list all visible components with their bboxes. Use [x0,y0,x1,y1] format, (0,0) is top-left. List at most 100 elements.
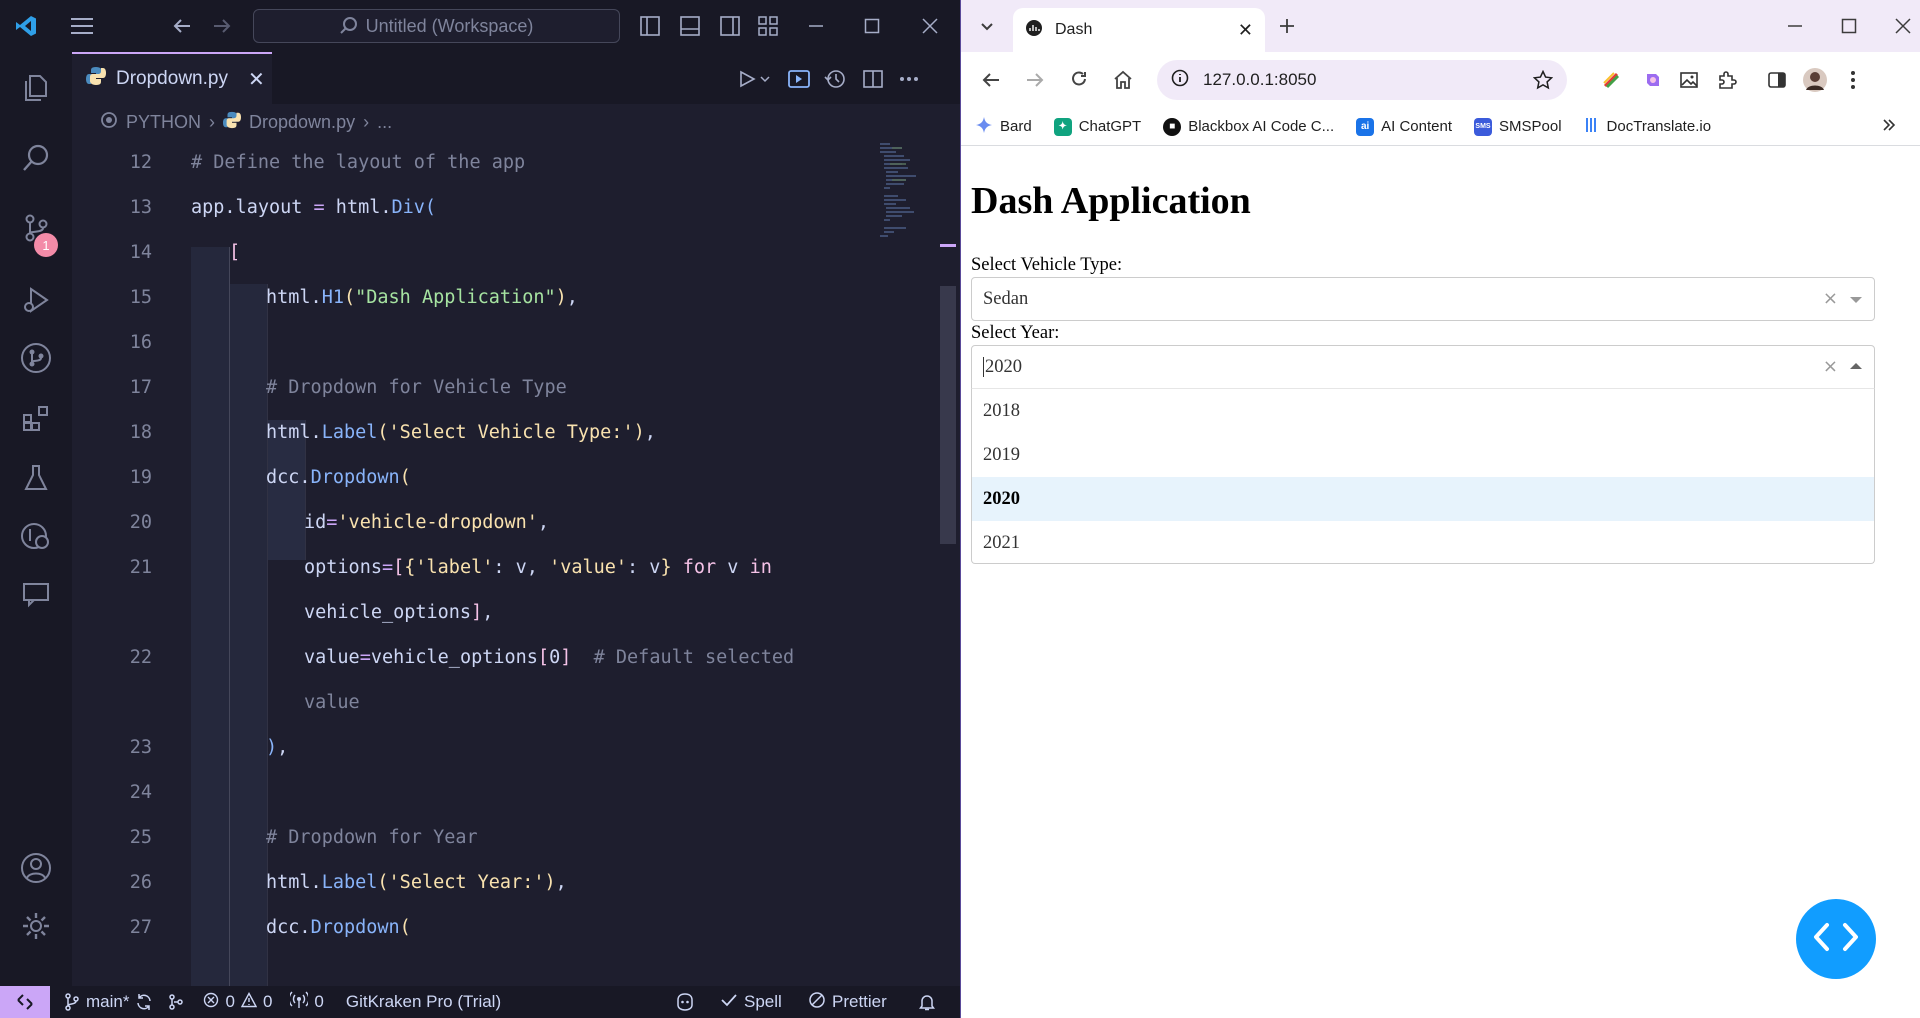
tab-close-icon[interactable]: ✕ [248,67,265,92]
clear-selection-icon[interactable]: × [1823,356,1838,377]
toggle-primary-sidebar-icon[interactable] [634,10,666,42]
maximize-icon[interactable] [856,10,888,42]
browser-tab-close-icon[interactable]: ✕ [1238,20,1253,41]
address-bar[interactable]: 127.0.0.1:8050 [1157,60,1567,100]
extensions-puzzle-icon[interactable] [1711,64,1743,96]
branch-indicator[interactable]: main* [64,992,153,1012]
remote-explorer-icon[interactable] [14,514,58,558]
browser-minimize-icon[interactable] [1779,10,1811,42]
run-dropdown-chevron-down-icon[interactable] [756,64,774,94]
year-option[interactable]: 2021 [972,521,1874,565]
code-line[interactable]: 25 # Dropdown for Year [72,815,872,860]
run-and-debug-icon[interactable] [14,278,58,322]
bookmark-blackbox[interactable]: ■ Blackbox AI Code C... [1163,117,1334,136]
testing-flask-icon[interactable] [14,456,58,500]
back-arrow-icon[interactable] [975,64,1007,96]
code-line[interactable]: 22 value=vehicle_options[0] # Default sel… [72,635,872,680]
year-option[interactable]: 2019 [972,433,1874,477]
browser-close-icon[interactable] [1887,10,1919,42]
timeline-history-icon[interactable] [820,64,850,94]
notifications-bell-icon[interactable] [918,986,936,1018]
code-line[interactable]: 21 options=[{'label': v, 'value': v} for … [72,545,872,590]
dropdown-arrow-up-icon[interactable] [1850,363,1862,369]
gitlens-status-icon[interactable] [167,993,185,1011]
spell-check-status[interactable]: Spell [720,986,782,1018]
more-actions-icon[interactable] [894,64,924,94]
extension-purple-icon[interactable] [1637,64,1669,96]
code-line[interactable]: 18 html.Label('Select Vehicle Type:'), [72,410,872,455]
toggle-secondary-sidebar-icon[interactable] [714,10,746,42]
forward-arrow-icon[interactable] [1019,64,1051,96]
gitkraken-status[interactable]: GitKraken Pro (Trial) [346,992,501,1012]
minimap[interactable] [872,140,942,260]
year-dropdown[interactable]: 2020 × [971,345,1875,389]
extensions-icon[interactable] [14,396,58,440]
new-tab-plus-icon[interactable] [1271,10,1303,42]
menu-icon[interactable] [66,10,98,42]
bookmark-bard[interactable]: Bard [975,116,1032,138]
bookmark-smspool[interactable]: SMS SMSPool [1474,117,1562,136]
code-line[interactable]: 15 html.H1("Dash Application"), [72,275,872,320]
code-line[interactable]: 12 # Define the layout of the app [72,140,872,185]
code-line[interactable]: 14 [ [72,230,872,275]
code-line[interactable]: 19 dcc.Dropdown( [72,455,872,500]
search-icon[interactable] [14,136,58,180]
code-line[interactable]: 17 # Dropdown for Vehicle Type [72,365,872,410]
browser-tab-dash[interactable]: Dash ✕ [1013,8,1265,52]
explorer-icon[interactable] [14,66,58,110]
forward-arrow-icon[interactable] [206,10,238,42]
chat-icon[interactable] [14,572,58,616]
remote-window-icon[interactable] [0,986,50,1018]
close-icon[interactable] [914,10,946,42]
breadcrumb-root[interactable]: PYTHON [126,112,201,133]
back-arrow-icon[interactable] [166,10,198,42]
dropdown-arrow-down-icon[interactable] [1850,297,1862,303]
bookmark-doctranslate[interactable]: DocTranslate.io [1584,116,1711,138]
gitlens-icon[interactable] [14,336,58,380]
tab-search-chevron-down-icon[interactable] [971,10,1003,42]
accounts-icon[interactable] [14,846,58,890]
code-line[interactable]: 16 [72,320,872,365]
breadcrumb-file[interactable]: Dropdown.py [249,112,355,133]
bookmark-star-icon[interactable] [1532,69,1554,95]
code-line[interactable]: 24 [72,770,872,815]
browser-maximize-icon[interactable] [1833,10,1865,42]
code-editor[interactable]: 12 # Define the layout of the app 13 app.la… [72,140,960,986]
code-line[interactable]: 20 id='vehicle-dropdown', [72,500,872,545]
customize-layout-icon[interactable] [752,10,784,42]
copilot-icon[interactable] [675,986,695,1018]
more-bookmarks-chevron-icon[interactable] [1881,117,1897,137]
profile-avatar[interactable] [1799,64,1831,96]
code-line[interactable]: vehicle_options], [72,590,872,635]
bookmark-ai-content[interactable]: ai AI Content [1356,117,1452,136]
image-extension-icon[interactable] [1673,64,1705,96]
problems-indicator[interactable]: 0 0 [203,991,272,1013]
side-panel-icon[interactable] [1761,64,1793,96]
clear-selection-icon[interactable]: × [1823,288,1838,309]
command-center-search[interactable]: Untitled (Workspace) [253,9,620,43]
vehicle-dropdown[interactable]: Sedan × [971,277,1875,321]
prettier-status[interactable]: Prettier [808,986,887,1018]
year-option[interactable]: 2020 [972,477,1874,521]
site-info-icon[interactable] [1171,69,1189,92]
bookmark-chatgpt[interactable]: ✦ ChatGPT [1053,117,1141,136]
year-option[interactable]: 2018 [972,389,1874,433]
live-preview-icon[interactable] [784,64,814,94]
minimize-icon[interactable] [800,10,832,42]
reload-icon[interactable] [1063,64,1095,96]
extension-colorful-icon[interactable] [1595,64,1627,96]
chrome-menu-icon[interactable] [1837,64,1869,96]
home-icon[interactable] [1107,64,1139,96]
code-line[interactable]: 26 html.Label('Select Year:'), [72,860,872,905]
code-line[interactable]: 27 dcc.Dropdown( [72,905,872,950]
toggle-panel-icon[interactable] [674,10,706,42]
code-line[interactable]: value [72,680,872,725]
ports-indicator[interactable]: 0 [288,991,324,1014]
split-editor-icon[interactable] [858,64,888,94]
code-line[interactable]: 13 app.layout = html.Div( [72,185,872,230]
settings-gear-icon[interactable] [14,904,58,948]
tab-dropdown-py[interactable]: Dropdown.py ✕ [72,52,272,104]
breadcrumb-more[interactable]: ... [377,112,392,133]
editor-scrollbar[interactable] [940,286,956,544]
dash-debug-code-button[interactable] [1796,899,1876,979]
